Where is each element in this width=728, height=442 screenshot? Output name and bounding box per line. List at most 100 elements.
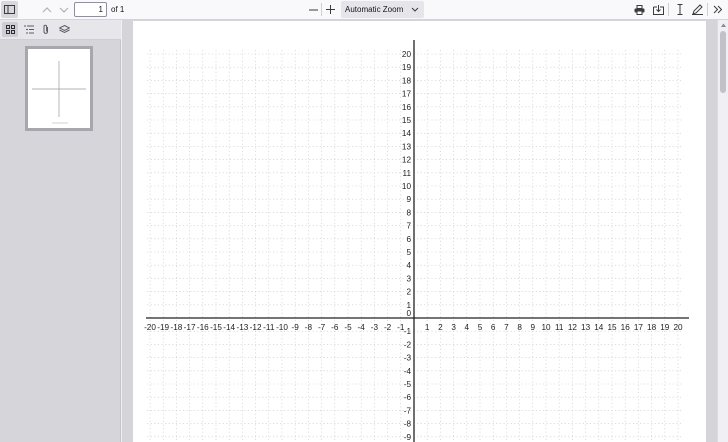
x-tick-label: -7	[318, 323, 326, 332]
outline-view-button[interactable]	[21, 22, 37, 37]
y-tick-label: 3	[406, 274, 411, 283]
x-tick-label: -9	[292, 323, 300, 332]
y-tick-label: 1	[406, 301, 411, 310]
y-tick-label: 9	[406, 195, 411, 204]
x-tick-label: 14	[594, 323, 604, 332]
layers-view-button[interactable]	[56, 22, 72, 37]
y-tick-label: -9	[404, 433, 412, 442]
next-page-button[interactable]	[57, 1, 71, 18]
y-tick-label: 5	[406, 248, 411, 257]
toolbar-separator	[321, 3, 322, 16]
page-count-label: of 1	[111, 5, 125, 14]
x-tick-label: 16	[621, 323, 631, 332]
x-tick-label: -20	[144, 323, 156, 332]
y-tick-label: 18	[402, 76, 412, 85]
sidebar	[0, 20, 121, 442]
text-tool-button[interactable]	[673, 1, 687, 18]
vertical-scrollbar[interactable]	[717, 20, 728, 442]
x-tick-label: 7	[504, 323, 509, 332]
x-tick-label: -2	[384, 323, 392, 332]
x-tick-label: -12	[250, 323, 262, 332]
toolbar-separator	[668, 3, 669, 16]
minus-icon	[308, 9, 318, 10]
x-tick-label: -14	[223, 323, 235, 332]
scrollbar-thumb[interactable]	[720, 31, 726, 93]
x-tick-label: 18	[647, 323, 657, 332]
x-tick-label: 6	[491, 323, 496, 332]
x-tick-label: 12	[568, 323, 578, 332]
x-tick-label: -17	[184, 323, 196, 332]
x-tick-label: 9	[531, 323, 536, 332]
chevron-down-icon	[59, 7, 69, 13]
print-button[interactable]	[632, 1, 646, 18]
coordinate-grid: -20 -19 -18 -17 -16 -15 -14 -13 -12 -11 -10 -9 -8 -7-…	[144, 40, 689, 442]
y-tick-label: 0	[406, 309, 411, 318]
x-tick-label: 8	[517, 323, 522, 332]
toolbar: of 1 Automatic Zoom	[0, 0, 728, 20]
y-tick-label: 17	[402, 90, 412, 99]
y-tick-label: 8	[406, 208, 411, 217]
sidebar-toolbar	[0, 20, 121, 40]
pen-icon	[691, 4, 703, 15]
pdf-viewer: of 1 Automatic Zoom	[0, 0, 728, 442]
y-tick-label: -3	[404, 354, 412, 363]
plus-icon	[325, 5, 335, 14]
x-tick-label: -19	[157, 323, 169, 332]
text-cursor-icon	[677, 4, 683, 15]
x-tick-label: 15	[607, 323, 617, 332]
y-tick-label: -2	[404, 340, 412, 349]
attachments-view-button[interactable]	[38, 22, 54, 37]
x-tick-label: 17	[634, 323, 644, 332]
x-tick-label: -13	[236, 323, 248, 332]
x-tick-label: 13	[581, 323, 591, 332]
thumbnail-view-button[interactable]	[2, 22, 18, 37]
draw-tool-button[interactable]	[690, 1, 704, 18]
y-tick-label: 19	[402, 63, 412, 72]
y-tick-label: 15	[402, 116, 412, 125]
x-tick-label: -6	[331, 323, 339, 332]
x-tick-label: -15	[210, 323, 222, 332]
y-tick-label: -5	[404, 380, 412, 389]
attachment-icon	[43, 24, 48, 34]
toolbar-separator	[707, 3, 708, 16]
y-tick-label: 4	[406, 261, 411, 270]
y-tick-label: 11	[403, 169, 412, 178]
x-tick-label: 5	[478, 323, 483, 332]
y-tick-label: 12	[402, 156, 412, 165]
zoom-out-button[interactable]	[306, 1, 320, 18]
page-thumbnail[interactable]	[25, 46, 93, 131]
y-tick-label: 20	[402, 50, 412, 59]
document-viewer[interactable]: -20 -19 -18 -17 -16 -15 -14 -13 -12 -11 -10 -9 -8 -7-…	[122, 20, 728, 442]
outline-icon	[24, 25, 34, 34]
y-tick-label: -8	[404, 420, 412, 429]
double-chevron-right-icon	[713, 5, 723, 14]
scroll-up-icon[interactable]	[720, 22, 727, 29]
sidebar-toggle-button[interactable]	[1, 1, 18, 18]
zoom-select[interactable]: Automatic Zoom	[341, 1, 424, 18]
y-tick-label: -7	[404, 406, 412, 415]
chevron-up-icon	[42, 6, 52, 12]
y-tick-label: 14	[402, 129, 412, 138]
page-number-input[interactable]	[74, 2, 107, 17]
y-tick-labels: -9-8-7-6-5-4-3-2-10123456789101112131415…	[402, 50, 412, 442]
x-tick-label: -4	[358, 323, 366, 332]
x-tick-label: 4	[465, 323, 470, 332]
x-tick-label: -18	[170, 323, 182, 332]
x-tick-label: 11	[555, 323, 564, 332]
save-button[interactable]	[651, 1, 665, 18]
previous-page-button[interactable]	[40, 1, 54, 18]
x-tick-label: -5	[344, 323, 352, 332]
thumbnail-view-icon	[5, 25, 15, 34]
x-tick-label: 3	[451, 323, 456, 332]
more-tools-button[interactable]	[711, 1, 725, 18]
x-tick-label: 2	[438, 323, 443, 332]
print-icon	[634, 4, 644, 15]
zoom-select-value: Automatic Zoom	[345, 5, 404, 14]
chevron-down-icon	[411, 7, 419, 12]
y-tick-label: -6	[404, 393, 412, 402]
zoom-in-button[interactable]	[323, 1, 337, 18]
x-tick-label: -8	[305, 323, 313, 332]
y-tick-label: 13	[402, 142, 412, 151]
y-tick-label: 10	[402, 182, 412, 191]
y-tick-label: 2	[406, 288, 411, 297]
